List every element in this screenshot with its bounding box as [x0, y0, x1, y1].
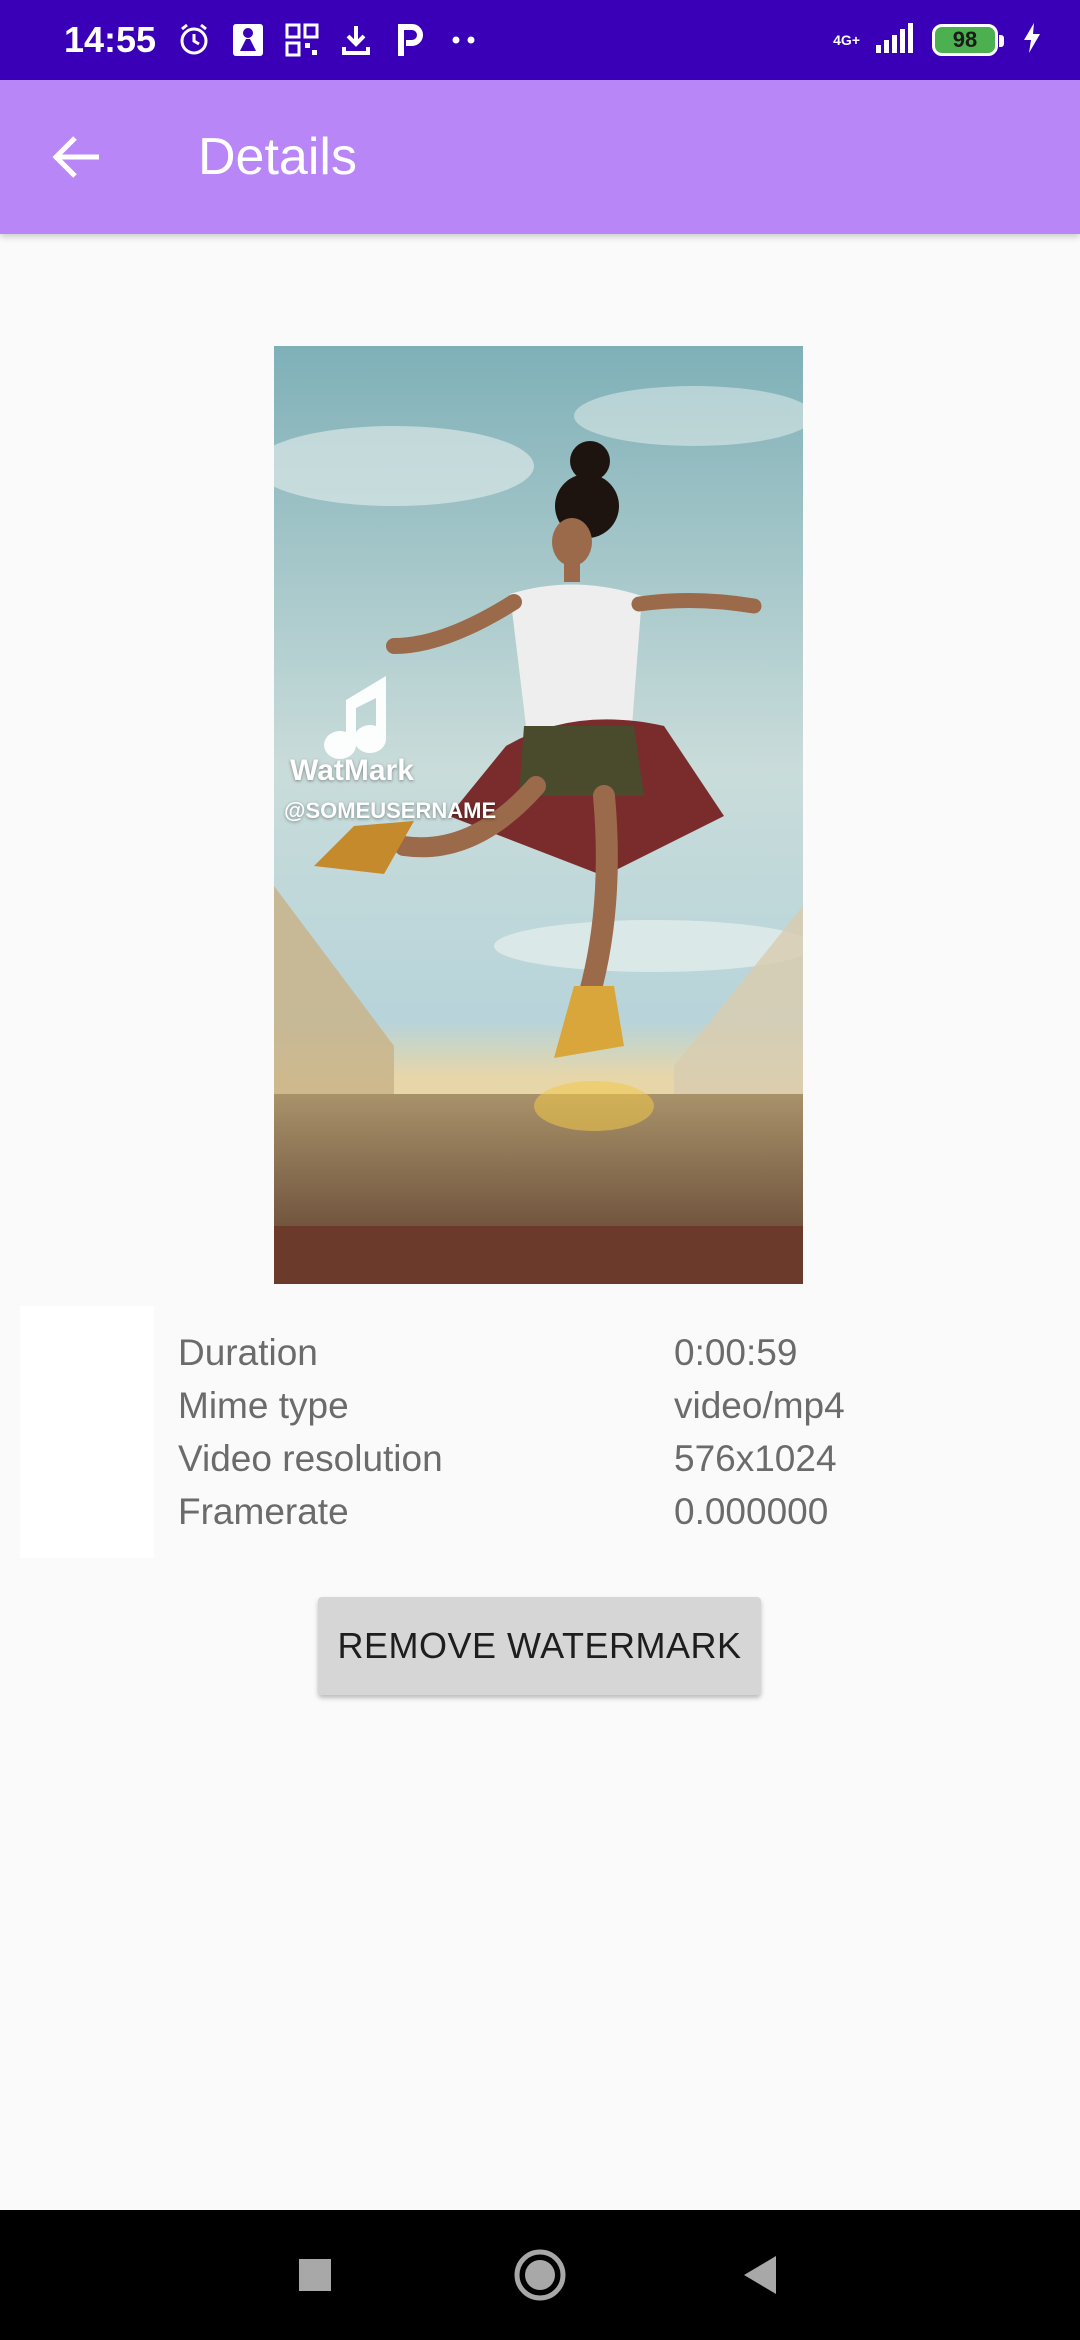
back-triangle-icon — [744, 2256, 776, 2294]
grid-icon — [284, 22, 320, 58]
video-thumbnail[interactable]: WatMark @SOMEUSERNAME — [274, 346, 803, 1284]
p-icon — [392, 22, 428, 58]
back-button[interactable] — [36, 117, 116, 197]
person-icon — [230, 22, 266, 58]
home-button[interactable] — [505, 2244, 575, 2306]
status-right: 4G+ 98 — [833, 22, 1042, 59]
detail-row-video-resolution: Video resolution 576x1024 — [178, 1432, 1058, 1485]
details-table: Duration 0:00:59 Mime type video/mp4 Vid… — [178, 1326, 1058, 1538]
status-time: 14:55 — [64, 19, 157, 60]
detail-row-framerate: Framerate 0.000000 — [178, 1485, 1058, 1538]
recents-button[interactable] — [280, 2244, 350, 2306]
preview-placeholder — [20, 1306, 154, 1558]
detail-label: Video resolution — [178, 1437, 443, 1479]
remove-watermark-button[interactable]: REMOVE WATERMARK — [318, 1597, 761, 1695]
watermark-username: @SOMEUSERNAME — [284, 798, 497, 823]
detail-value: video/mp4 — [674, 1384, 845, 1426]
app-bar: Details — [0, 80, 1080, 234]
detail-label: Mime type — [178, 1384, 349, 1426]
battery-indicator: 98 — [932, 24, 1004, 56]
detail-value: 0.000000 — [674, 1490, 829, 1532]
watermark-label: WatMark — [290, 754, 414, 787]
back-nav-button[interactable] — [725, 2244, 795, 2306]
recents-square-icon — [299, 2259, 331, 2291]
battery-level: 98 — [952, 27, 978, 52]
detail-label: Duration — [178, 1331, 318, 1373]
detail-value: 576x1024 — [674, 1437, 837, 1479]
detail-row-mime-type: Mime type video/mp4 — [178, 1379, 1058, 1432]
more-dots-icon — [446, 22, 482, 58]
network-label: 4G+ — [833, 32, 860, 48]
detail-value: 0:00:59 — [674, 1331, 798, 1373]
download-icon — [338, 22, 374, 58]
alarm-icon — [176, 22, 212, 58]
status-bar: 14:55 4G+ 98 — [0, 0, 1080, 80]
status-icons — [176, 22, 482, 58]
detail-label: Framerate — [178, 1490, 349, 1532]
detail-row-duration: Duration 0:00:59 — [178, 1326, 1058, 1379]
charging-icon — [1022, 22, 1042, 59]
home-circle-icon — [514, 2249, 566, 2301]
arrow-back-icon — [52, 136, 99, 178]
page-title: Details — [198, 128, 357, 186]
signal-icon — [874, 22, 918, 58]
